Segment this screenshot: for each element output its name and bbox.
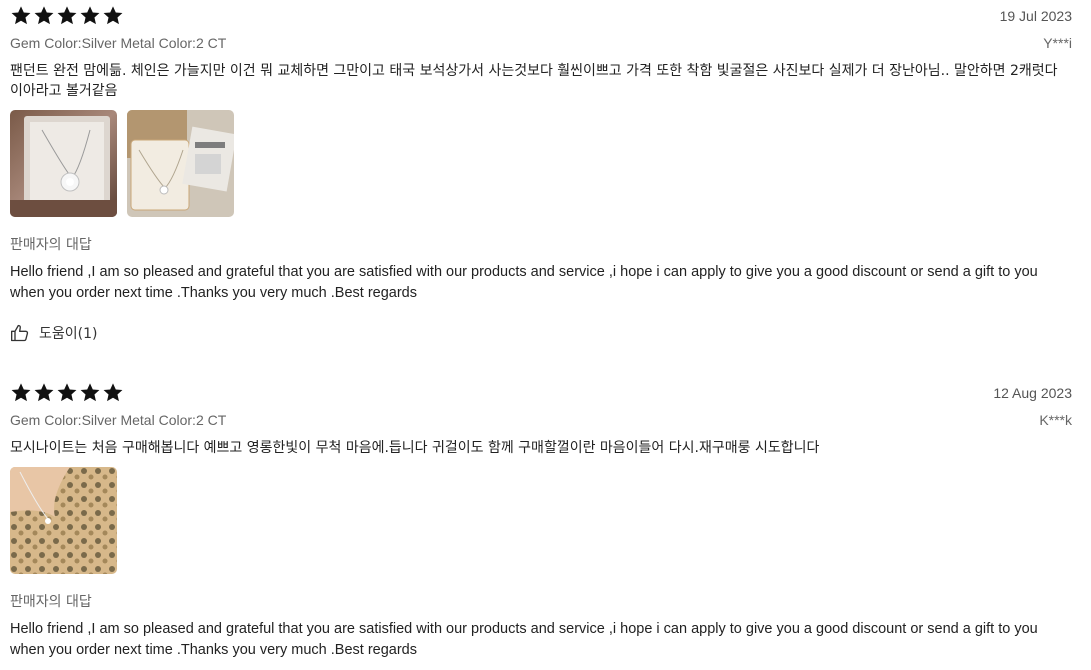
seller-reply-title: 판매자의 대답 <box>10 237 92 253</box>
star-icon <box>103 383 123 402</box>
star-icon <box>80 6 100 25</box>
reviewer-name: Y***i <box>1043 35 1072 51</box>
star-icon <box>57 383 77 402</box>
thumbs-up-icon <box>11 324 29 342</box>
helpful-count-label: 도움이(1) <box>39 326 98 342</box>
seller-reply-title: 판매자의 대답 <box>10 594 92 610</box>
review-date: 12 Aug 2023 <box>993 385 1072 401</box>
review-photo-worn-necklace[interactable] <box>10 467 117 574</box>
review-text: 팬던트 완전 맘에듦. 체인은 가늘지만 이건 뭐 교체하면 그만이고 태국 보… <box>10 63 1058 99</box>
star-icon <box>103 6 123 25</box>
review-photos <box>10 467 117 574</box>
star-icon <box>34 383 54 402</box>
star-icon <box>11 383 31 402</box>
review-item: 12 Aug 2023 Gem Color:Silver Metal Color… <box>0 370 1091 670</box>
seller-reply-text: Hello friend ,I am so pleased and gratef… <box>10 264 1038 301</box>
star-rating <box>10 5 124 26</box>
star-icon <box>11 6 31 25</box>
product-attributes: Gem Color:Silver Metal Color:2 CT <box>10 35 227 51</box>
star-icon <box>80 383 100 402</box>
reviewer-name: K***k <box>1039 412 1072 428</box>
seller-reply-text: Hello friend ,I am so pleased and gratef… <box>10 621 1038 658</box>
star-icon <box>57 6 77 25</box>
helpful-button[interactable]: 도움이(1) <box>10 323 97 343</box>
review-photo-necklace[interactable] <box>10 110 117 217</box>
review-date: 19 Jul 2023 <box>999 8 1072 24</box>
product-attributes: Gem Color:Silver Metal Color:2 CT <box>10 412 227 428</box>
review-item: 19 Jul 2023 Gem Color:Silver Metal Color… <box>0 0 1091 370</box>
star-rating <box>10 382 124 403</box>
review-photos <box>10 110 234 217</box>
star-icon <box>34 6 54 25</box>
review-text: 모시나이트는 처음 구매해봅니다 예쁘고 영롱한빛이 무척 마음에.듭니다 귀걸… <box>10 440 820 456</box>
review-photo-box[interactable] <box>127 110 234 217</box>
